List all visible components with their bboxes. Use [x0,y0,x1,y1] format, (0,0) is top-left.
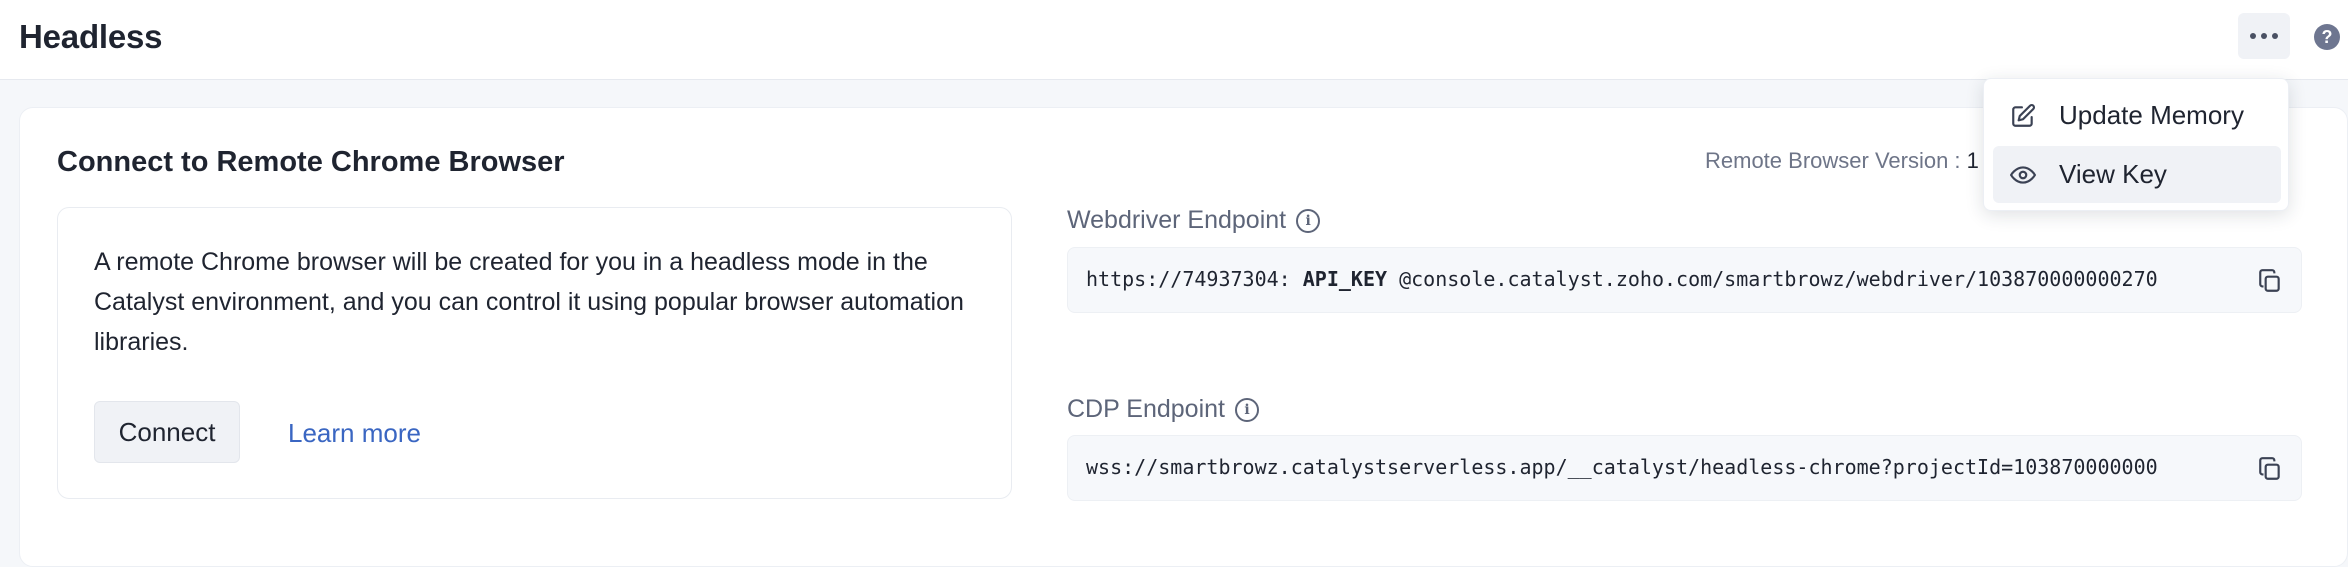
eye-icon [2010,165,2036,184]
webdriver-url-prefix: https://74937304: [1086,267,1291,291]
webdriver-url-suffix: @console.catalyst.zoho.com/smartbrowz/we… [1399,267,2158,291]
more-dot [2261,33,2267,39]
connect-button[interactable]: Connect [94,401,240,463]
more-dot [2272,33,2278,39]
webdriver-url-key: API_KEY [1290,267,1400,291]
description-box: A remote Chrome browser will be created … [57,207,1012,499]
more-horizontal-icon [2250,33,2256,39]
description-text: A remote Chrome browser will be created … [94,248,964,356]
top-bar: Headless ? [0,0,2348,80]
webdriver-endpoint-field: https://74937304: API_KEY @console.catal… [1067,247,2302,313]
webdriver-endpoint-label: Webdriver Endpoint i [1067,206,1321,235]
card-title: Connect to Remote Chrome Browser [57,146,565,178]
copy-icon[interactable] [2257,456,2283,482]
menu-item-label: View Key [2059,159,2167,189]
info-icon[interactable]: i [1234,397,1259,422]
page-title: Headless [19,18,163,55]
webdriver-label-text: Webdriver Endpoint [1067,206,1287,234]
info-icon[interactable]: i [1296,208,1321,233]
cdp-endpoint-field: wss://smartbrowz.catalystserverless.app/… [1067,435,2302,501]
menu-item-label: Update Memory [2059,100,2244,130]
copy-icon[interactable] [2257,268,2283,294]
menu-item-update-memory[interactable]: Update Memory [1993,87,2281,144]
remote-browser-version: Remote Browser Version : 1 3 [1705,148,2287,174]
version-label: Remote Browser Version : [1705,148,1961,173]
cdp-endpoint-label: CDP Endpoint i [1067,395,1259,424]
version-value: 1 [1966,148,1979,173]
webdriver-url[interactable]: https://74937304: API_KEY @console.catal… [1086,267,2158,291]
menu-item-view-key[interactable]: View Key [1993,146,2281,203]
help-circle-icon[interactable]: ? [2314,24,2340,50]
learn-more-link[interactable]: Learn more [288,418,421,449]
cdp-label-text: CDP Endpoint [1067,395,1225,423]
options-dropdown-menu: Update Memory View Key [1983,78,2289,211]
cdp-url[interactable]: wss://smartbrowz.catalystserverless.app/… [1086,455,2158,479]
edit-icon [2012,103,2035,127]
more-options-button[interactable] [2238,13,2290,59]
